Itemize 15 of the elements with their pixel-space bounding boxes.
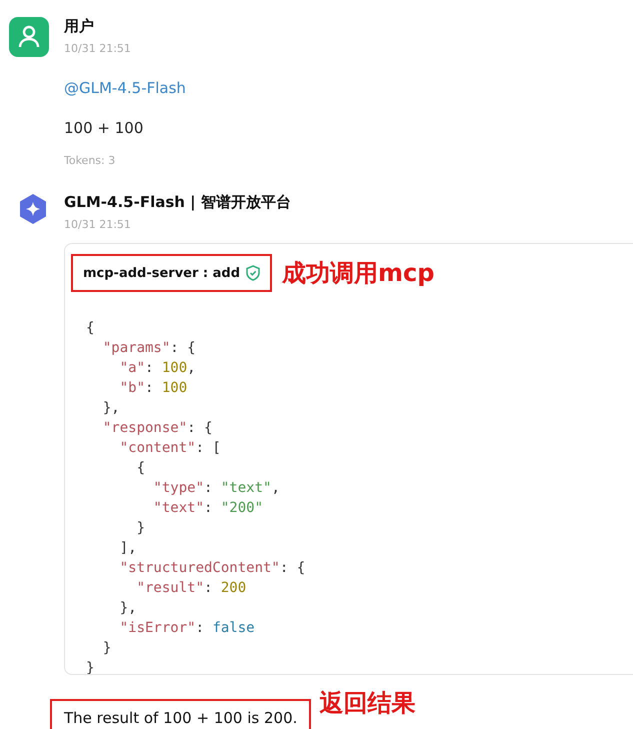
result-message: The result of 100 + 100 is 200. [50, 699, 312, 729]
code-text: { "params": { "a": 100, "b": 100 }, "response": { "content": [ { "type": "text", "text": "200" } ], "structuredContent": { "result": 200 }, "isError": false } } [85, 319, 306, 674]
token-count: Tokens: 3 [64, 154, 116, 167]
message-time: 10/31 21:51 [64, 42, 132, 55]
mention-link[interactable]: @GLM-4.5-Flash [64, 79, 633, 97]
author-name: GLM-4.5-Flash | 智谱开放平台 [64, 192, 292, 212]
annotation-label: 返回结果 [319, 688, 416, 719]
user-icon [18, 25, 40, 49]
message-time: 10/31 21:51 [64, 218, 132, 231]
message-text: 100 + 100 [64, 119, 144, 137]
bot-avatar-icon [18, 193, 48, 225]
annotation-label: 成功调用mcp [282, 258, 434, 289]
tool-call-header[interactable]: mcp-add-server : add [71, 254, 272, 292]
author-name: 用户 [64, 16, 95, 36]
shield-check-icon [246, 265, 260, 281]
